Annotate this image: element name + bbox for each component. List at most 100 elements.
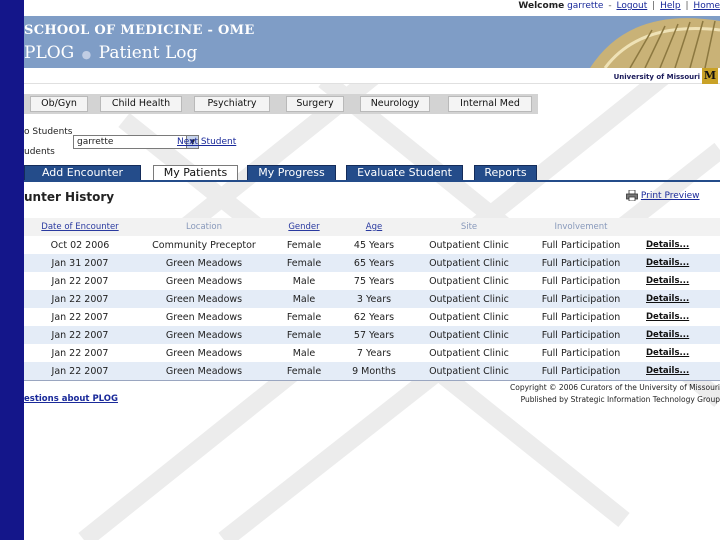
help-link[interactable]: Help	[660, 1, 681, 11]
clerkship-tab-bar: Ob/Gyn Child Health Psychiatry Surgery N…	[24, 94, 538, 114]
tab-my-progress[interactable]: My Progress	[247, 165, 336, 181]
home-link[interactable]: Home	[693, 1, 720, 11]
app-suffix: Patient Log	[98, 43, 198, 63]
students-label-secondary: udents	[24, 147, 55, 157]
patient-age: 45 Years	[353, 239, 395, 251]
encounter-date: Jan 22 2007	[51, 365, 109, 377]
encounter-location: Green Meadows	[165, 311, 243, 323]
tab-psychiatry[interactable]: Psychiatry	[194, 96, 270, 112]
tab-internal-med[interactable]: Internal Med	[448, 96, 532, 112]
patient-gender: Female	[286, 239, 322, 251]
welcome-label: Welcome	[518, 1, 565, 11]
printer-icon	[626, 190, 638, 201]
encounter-date: Jan 22 2007	[51, 275, 109, 287]
details-link[interactable]: Details...	[636, 308, 720, 326]
bullet-icon: ●	[81, 48, 92, 61]
slide-left-bar	[0, 0, 24, 540]
encounter-location: Green Meadows	[165, 257, 243, 269]
top-utility-bar: Welcome garrette - Logout | Help | Home	[24, 0, 720, 16]
patient-gender: Male	[292, 347, 316, 359]
tab-add-encounter[interactable]: Add Encounter	[24, 165, 141, 181]
table-row: Jan 22 2007 Green Meadows Male 3 Years Outpa…	[24, 290, 720, 308]
encounter-location: Green Meadows	[165, 293, 243, 305]
university-name: University of Missouri	[613, 73, 700, 81]
details-link[interactable]: Details...	[636, 326, 720, 344]
tab-evaluate-student[interactable]: Evaluate Student	[346, 165, 463, 181]
university-bar: University of Missouri M	[24, 68, 720, 84]
student-selector-row: o Students udents garrette ▼ Next Studen…	[24, 127, 324, 163]
encounter-location: Community Preceptor	[152, 239, 256, 251]
patient-gender: Male	[292, 293, 316, 305]
encounter-location: Green Meadows	[165, 275, 243, 287]
encounter-site: Outpatient Clinic	[429, 311, 509, 323]
pipe-separator: |	[685, 1, 689, 11]
table-row: Jan 22 2007 Green Meadows Female 62 Years Ou…	[24, 308, 720, 326]
student-select-value: garrette	[77, 137, 114, 147]
dome-building-icon	[590, 18, 720, 68]
involvement: Full Participation	[541, 239, 621, 251]
table-row: Jan 22 2007 Green Meadows Female 57 Years Ou…	[24, 326, 720, 344]
involvement: Full Participation	[541, 275, 621, 287]
encounter-site: Outpatient Clinic	[429, 239, 509, 251]
site-header: Site	[460, 222, 478, 232]
separator: -	[608, 1, 612, 11]
patient-age: 7 Years	[356, 347, 392, 359]
patient-age: 9 Months	[352, 365, 396, 377]
encounter-location: Green Meadows	[165, 365, 243, 377]
encounter-site: Outpatient Clinic	[429, 293, 509, 305]
page-title: unter History	[24, 190, 115, 204]
gender-header[interactable]: Gender	[272, 218, 336, 236]
details-header	[636, 218, 720, 236]
date-header[interactable]: Date of Encounter	[24, 218, 136, 236]
encounter-location: Green Meadows	[165, 347, 243, 359]
app-prefix: PLOG	[24, 43, 75, 63]
patient-gender: Female	[286, 311, 322, 323]
table-row: Jan 22 2007 Green Meadows Female 9 Months Ou…	[24, 362, 720, 380]
encounter-site: Outpatient Clinic	[429, 347, 509, 359]
involvement: Full Participation	[541, 257, 621, 269]
details-link[interactable]: Details...	[636, 344, 720, 362]
patient-gender: Female	[286, 365, 322, 377]
table-row: Jan 22 2007 Green Meadows Male 75 Years Outp…	[24, 272, 720, 290]
students-label: o Students	[24, 127, 73, 137]
encounter-location: Green Meadows	[165, 329, 243, 341]
user-links: Welcome garrette - Logout | Help | Home	[518, 1, 720, 11]
patient-age: 65 Years	[353, 257, 395, 269]
tab-my-patients[interactable]: My Patients	[153, 165, 238, 181]
header-banner: SCHOOL OF MEDICINE - OME PLOG ● Patient …	[24, 16, 720, 68]
questions-link[interactable]: estions about PLOG	[24, 394, 118, 404]
table-row: Oct 02 2006 Community Preceptor Female 45 Y…	[24, 236, 720, 254]
involvement: Full Participation	[541, 365, 621, 377]
logout-link[interactable]: Logout	[616, 1, 647, 11]
details-link[interactable]: Details...	[636, 254, 720, 272]
tab-neurology[interactable]: Neurology	[360, 96, 430, 112]
details-link[interactable]: Details...	[636, 290, 720, 308]
table-row: Jan 22 2007 Green Meadows Male 7 Years Outpa…	[24, 344, 720, 362]
next-student-link[interactable]: Next Student	[177, 137, 236, 147]
details-link[interactable]: Details...	[636, 236, 720, 254]
table-header-row: Date of Encounter Location Gender Age Site In…	[24, 218, 720, 236]
involvement: Full Participation	[541, 293, 621, 305]
school-title: SCHOOL OF MEDICINE - OME	[24, 23, 255, 38]
patient-age: 62 Years	[353, 311, 395, 323]
tab-child-health[interactable]: Child Health	[100, 96, 182, 112]
patient-gender: Female	[286, 257, 322, 269]
copyright-text: Copyright © 2006 Curators of the Univers…	[510, 383, 720, 392]
tab-obgyn[interactable]: Ob/Gyn	[30, 96, 88, 112]
pipe-separator: |	[652, 1, 656, 11]
published-by-text: Published by Strategic Information Techn…	[520, 395, 720, 404]
involvement: Full Participation	[541, 329, 621, 341]
tab-surgery[interactable]: Surgery	[286, 96, 344, 112]
username-link[interactable]: garrette	[567, 1, 603, 11]
table-bottom-rule	[24, 380, 720, 381]
patient-age: 75 Years	[353, 275, 395, 287]
encounter-date: Oct 02 2006	[50, 239, 110, 251]
details-link[interactable]: Details...	[636, 272, 720, 290]
print-preview-link[interactable]: Print Preview	[626, 190, 699, 201]
location-header: Location	[186, 222, 222, 232]
encounter-table: Date of Encounter Location Gender Age Site In…	[24, 218, 720, 380]
encounter-date: Jan 31 2007	[51, 257, 109, 269]
tab-reports[interactable]: Reports	[474, 165, 537, 181]
details-link[interactable]: Details...	[636, 362, 720, 380]
age-header[interactable]: Age	[336, 218, 412, 236]
